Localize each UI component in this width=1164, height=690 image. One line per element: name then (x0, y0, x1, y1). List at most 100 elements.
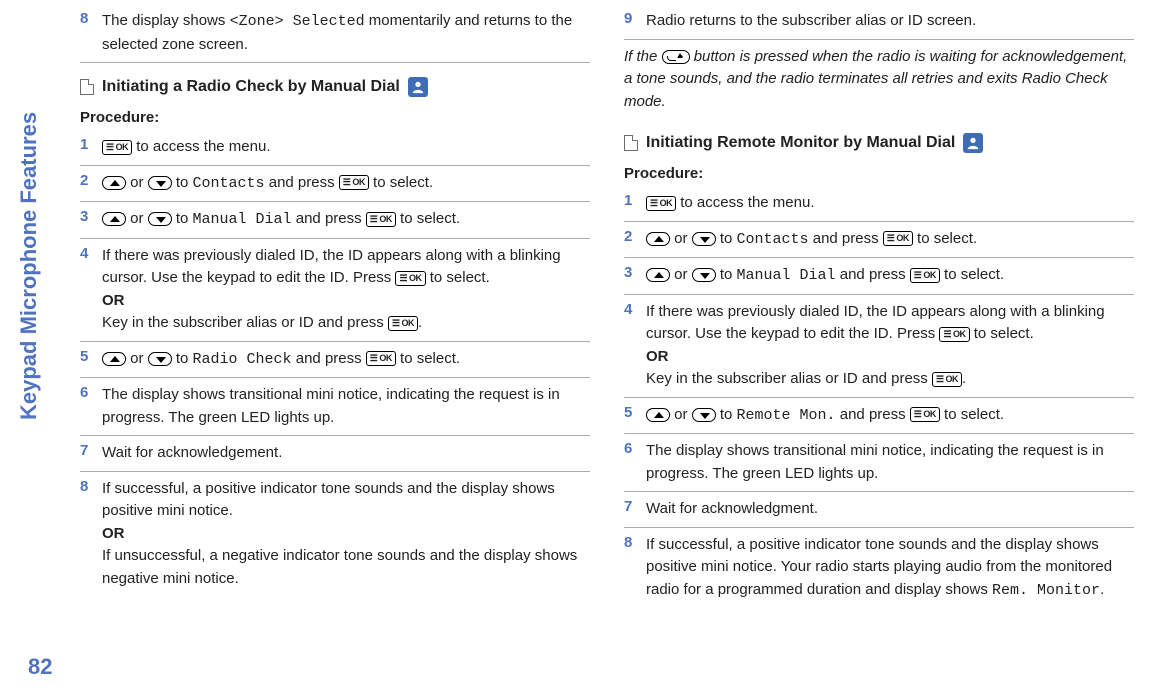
step-body: or to Contacts and press to select. (102, 172, 590, 196)
text: If there was previously dialed ID, the I… (646, 303, 1105, 343)
ok-key-icon (932, 372, 962, 387)
text: and press (265, 174, 339, 191)
up-key-icon (102, 212, 126, 226)
step-row: 8 If successful, a positive indicator to… (624, 528, 1134, 609)
step-row: 3 or to Manual Dial and press to select. (624, 258, 1134, 295)
left-column: 8 The display shows <Zone> Selected mome… (80, 4, 590, 680)
step-body: to access the menu. (646, 192, 1134, 215)
step-row: 5 or to Radio Check and press to select. (80, 342, 590, 379)
text: If successful, a positive indicator tone… (102, 480, 555, 520)
step-number: 7 (80, 442, 102, 459)
ok-key-icon (910, 268, 940, 283)
step-number: 8 (80, 10, 102, 27)
document-icon (80, 79, 94, 95)
step-number: 7 (624, 498, 646, 515)
back-home-key-icon: ⌃ (662, 50, 690, 64)
vertical-section-label: Keypad Microphone Features (16, 112, 42, 420)
ok-key-icon (366, 351, 396, 366)
step-number: 4 (80, 245, 102, 262)
section-heading: Initiating a Radio Check by Manual Dial (80, 77, 590, 97)
section-title-text: Initiating a Radio Check by Manual Dial (102, 78, 400, 96)
text: to access the menu. (676, 194, 814, 211)
code-text: Remote Mon. (737, 407, 836, 424)
text: to (716, 406, 737, 423)
sidebar: Keypad Microphone Features 82 (0, 0, 70, 690)
up-key-icon (646, 232, 670, 246)
text: to select. (369, 174, 433, 191)
step-row: 4 If there was previously dialed ID, the… (80, 239, 590, 342)
text: . (418, 314, 422, 331)
up-key-icon (102, 176, 126, 190)
step-number: 5 (624, 404, 646, 421)
text: to (716, 266, 737, 283)
up-key-icon (102, 352, 126, 366)
step-body: If there was previously dialed ID, the I… (646, 301, 1134, 391)
up-key-icon (646, 408, 670, 422)
text: to select. (396, 350, 460, 367)
text: or (670, 406, 692, 423)
step-row: 6 The display shows transitional mini no… (80, 378, 590, 436)
person-badge-icon (963, 133, 983, 153)
step-body: Wait for acknowledgement. (102, 442, 590, 465)
step-body: or to Manual Dial and press to select. (102, 208, 590, 232)
text: to (716, 230, 737, 247)
ok-key-icon (395, 271, 425, 286)
step-row: 1 to access the menu. (80, 130, 590, 166)
step-body: to access the menu. (102, 136, 590, 159)
section-title-text: Initiating Remote Monitor by Manual Dial (646, 134, 955, 152)
step-number: 1 (80, 136, 102, 153)
code-text: Contacts (193, 175, 265, 192)
step-body: The display shows transitional mini noti… (102, 384, 590, 429)
text: to select. (970, 325, 1034, 342)
step-body: If there was previously dialed ID, the I… (102, 245, 590, 335)
step-number: 4 (624, 301, 646, 318)
up-key-icon (646, 268, 670, 282)
text: and press (292, 350, 366, 367)
ok-key-icon (102, 140, 132, 155)
step-number: 9 (624, 10, 646, 27)
step-body: Wait for acknowledgment. (646, 498, 1134, 521)
procedure-label: Procedure: (80, 109, 590, 126)
step-body: or to Radio Check and press to select. (102, 348, 590, 372)
text: and press (292, 210, 366, 227)
ok-key-icon (388, 316, 418, 331)
step-number: 1 (624, 192, 646, 209)
step-8-prev: 8 The display shows <Zone> Selected mome… (80, 4, 590, 63)
step-number: 6 (624, 440, 646, 457)
text: The display shows (102, 12, 230, 29)
text: If unsuccessful, a negative indicator to… (102, 547, 577, 587)
down-key-icon (148, 176, 172, 190)
step-number: 8 (80, 478, 102, 495)
text: to (172, 350, 193, 367)
step-row: 9 Radio returns to the subscriber alias … (624, 4, 1134, 40)
text: or (670, 230, 692, 247)
down-key-icon (692, 408, 716, 422)
text: and press (836, 266, 910, 283)
or-label: OR (102, 292, 125, 309)
step-number: 3 (80, 208, 102, 225)
text: to select. (426, 269, 490, 286)
step-number: 5 (80, 348, 102, 365)
ok-key-icon (366, 212, 396, 227)
text: or (126, 174, 148, 191)
text: to select. (396, 210, 460, 227)
step-row: 5 or to Remote Mon. and press to select. (624, 398, 1134, 435)
down-key-icon (148, 212, 172, 226)
down-key-icon (148, 352, 172, 366)
note-paragraph: If the ⌃ button is pressed when the radi… (624, 46, 1134, 114)
step-row: 4 If there was previously dialed ID, the… (624, 295, 1134, 398)
section-heading: Initiating Remote Monitor by Manual Dial (624, 133, 1134, 153)
code-text: Contacts (737, 231, 809, 248)
text: . (1100, 581, 1104, 598)
step-number: 6 (80, 384, 102, 401)
code-text: Manual Dial (737, 267, 836, 284)
text: to select. (940, 406, 1004, 423)
content-area: 8 The display shows <Zone> Selected mome… (70, 0, 1164, 690)
ok-key-icon (646, 196, 676, 211)
text: If there was previously dialed ID, the I… (102, 247, 561, 287)
step-body: If successful, a positive indicator tone… (646, 534, 1134, 603)
text: If the (624, 48, 662, 65)
text: to access the menu. (132, 138, 270, 155)
step-number: 3 (624, 264, 646, 281)
step-row: 7 Wait for acknowledgment. (624, 492, 1134, 528)
